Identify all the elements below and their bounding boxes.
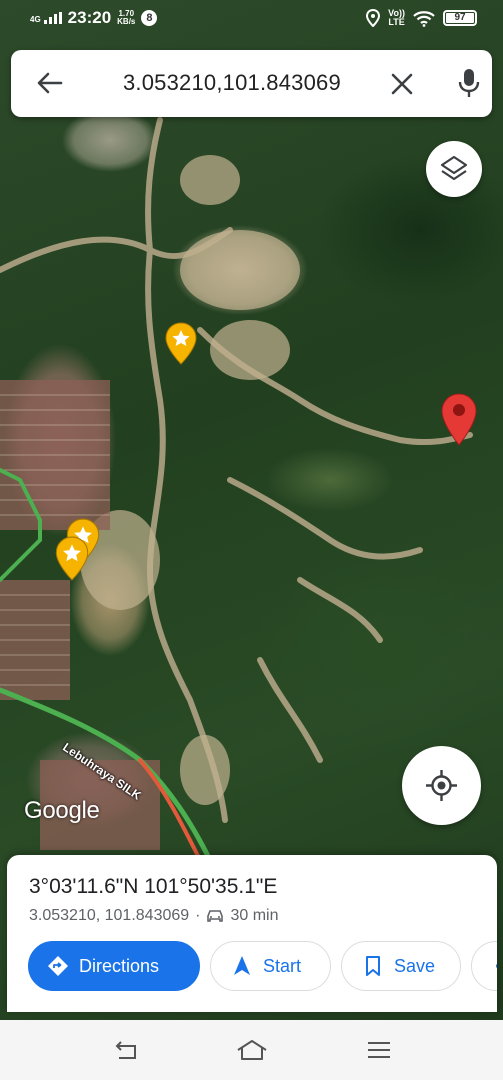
google-logo: Google xyxy=(24,797,100,824)
location-icon xyxy=(366,9,381,27)
save-label: Save xyxy=(394,955,436,976)
crosshair-icon xyxy=(426,770,457,801)
system-nav-bar xyxy=(0,1020,503,1080)
layers-button[interactable] xyxy=(426,141,482,197)
mic-icon[interactable] xyxy=(454,67,484,99)
network-speed: 1.70 KB/s xyxy=(117,10,135,26)
directions-button[interactable]: Directions xyxy=(28,941,200,991)
notification-badge: 8 xyxy=(141,10,158,26)
battery-level: 97 xyxy=(454,12,466,23)
dropped-pin-marker[interactable] xyxy=(441,393,477,447)
layers-icon xyxy=(440,155,468,181)
search-bar[interactable]: 3.053210,101.843069 xyxy=(11,50,492,117)
back-icon[interactable] xyxy=(113,1038,139,1062)
starred-place-marker[interactable] xyxy=(165,322,197,366)
place-sheet[interactable]: 3°03'11.6"N 101°50'35.1"E 3.053210, 101.… xyxy=(7,855,497,1012)
network-type: 4G xyxy=(30,15,41,24)
speed-unit: KB/s xyxy=(117,17,136,26)
battery-icon: 97 xyxy=(443,10,477,26)
start-button[interactable]: Start xyxy=(210,941,331,991)
clock: 23:20 xyxy=(67,8,112,27)
signal-icon: 4G xyxy=(30,12,62,24)
drive-time: 30 min xyxy=(230,907,279,924)
action-chips: Directions Start Save xyxy=(28,941,497,991)
home-icon[interactable] xyxy=(236,1038,268,1062)
lte-label: LTE xyxy=(388,17,405,27)
wifi-icon xyxy=(413,10,435,27)
directions-icon xyxy=(48,956,68,976)
place-title: 3°03'11.6"N 101°50'35.1"E xyxy=(29,875,278,898)
menu-icon[interactable] xyxy=(366,1038,392,1062)
directions-label: Directions xyxy=(79,955,160,976)
bookmark-icon xyxy=(366,956,380,976)
start-label: Start xyxy=(263,955,302,976)
starred-place-marker[interactable] xyxy=(55,536,89,582)
save-button[interactable]: Save xyxy=(341,941,461,991)
clear-icon[interactable] xyxy=(387,69,417,99)
car-icon xyxy=(207,910,224,922)
place-coords: 3.053210, 101.843069 xyxy=(29,907,190,924)
more-actions-button[interactable] xyxy=(471,941,497,991)
separator-dot: · xyxy=(195,907,201,924)
my-location-button[interactable] xyxy=(402,746,481,825)
search-query[interactable]: 3.053210,101.843069 xyxy=(123,70,341,96)
place-subtitle: 3.053210, 101.843069 · 30 min xyxy=(29,907,279,925)
navigation-arrow-icon xyxy=(234,956,250,975)
back-arrow-icon[interactable] xyxy=(35,68,65,98)
more-icon xyxy=(496,963,497,969)
volte-indicator: Vo)) LTE xyxy=(388,9,405,27)
status-bar: 4G 23:20 1.70 KB/s 8 Vo)) LTE 97 xyxy=(0,0,503,38)
